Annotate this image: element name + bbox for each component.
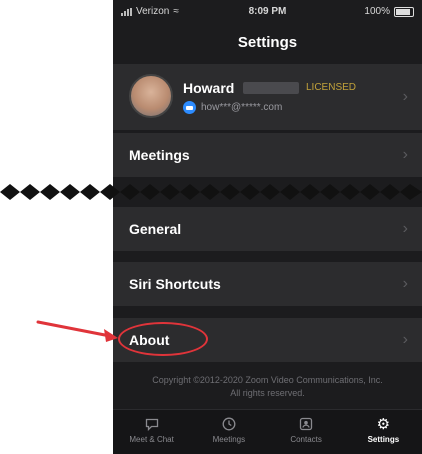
copyright-line: All rights reserved. — [230, 388, 305, 398]
tab-label: Contacts — [290, 435, 322, 444]
status-bar: Verizon ≈ 8:09 PM 100% — [113, 0, 422, 26]
zoom-logo-icon — [183, 101, 196, 114]
settings-row-general[interactable]: General › — [113, 207, 422, 251]
row-label: General — [129, 221, 182, 237]
chevron-right-icon: › — [402, 275, 408, 292]
annotation-arrow-icon — [36, 320, 118, 342]
tab-bar: Meet & Chat Meetings Contacts ⚙ Settings — [113, 409, 422, 454]
battery-icon — [394, 6, 414, 17]
profile-email: how***@*****.com — [183, 101, 282, 114]
battery-indicator: 100% — [364, 6, 414, 17]
tab-settings[interactable]: ⚙ Settings — [345, 410, 422, 454]
chevron-right-icon: › — [402, 88, 408, 105]
page-title: Settings — [237, 34, 298, 51]
contacts-icon — [268, 415, 345, 433]
chat-bubble-icon — [113, 415, 190, 433]
license-badge: LICENSED — [306, 82, 357, 93]
chevron-right-icon: › — [402, 331, 408, 348]
copyright-notice: Copyright ©2012-2020 Zoom Video Communic… — [123, 374, 412, 400]
phone-screen: Verizon ≈ 8:09 PM 100% Settings Howard L… — [113, 0, 422, 454]
tab-label: Meet & Chat — [129, 435, 174, 444]
profile-name: Howard — [183, 80, 235, 96]
battery-percent: 100% — [364, 6, 390, 17]
tab-meet-chat[interactable]: Meet & Chat — [113, 410, 190, 454]
tab-label: Settings — [367, 435, 400, 444]
row-label: Siri Shortcuts — [129, 276, 221, 292]
email-text: how***@*****.com — [201, 102, 283, 113]
profile-row[interactable]: Howard LICENSED how***@*****.com › — [113, 64, 422, 130]
torn-edge-divider — [0, 184, 422, 200]
tab-label: Meetings — [212, 435, 246, 444]
tab-contacts[interactable]: Contacts — [268, 410, 345, 454]
gear-icon: ⚙ — [376, 416, 391, 433]
settings-row-siri-shortcuts[interactable]: Siri Shortcuts › — [113, 262, 422, 306]
copyright-line: Copyright ©2012-2020 Zoom Video Communic… — [152, 375, 383, 385]
annotation-highlight-oval — [118, 322, 208, 356]
settings-row-meetings[interactable]: Meetings › — [113, 133, 422, 177]
clock-icon — [190, 415, 267, 433]
chevron-right-icon: › — [402, 146, 408, 163]
tab-meetings[interactable]: Meetings — [190, 410, 267, 454]
avatar — [129, 74, 173, 118]
redacted-surname — [243, 82, 299, 94]
row-label: Meetings — [129, 147, 190, 163]
chevron-right-icon: › — [402, 220, 408, 237]
